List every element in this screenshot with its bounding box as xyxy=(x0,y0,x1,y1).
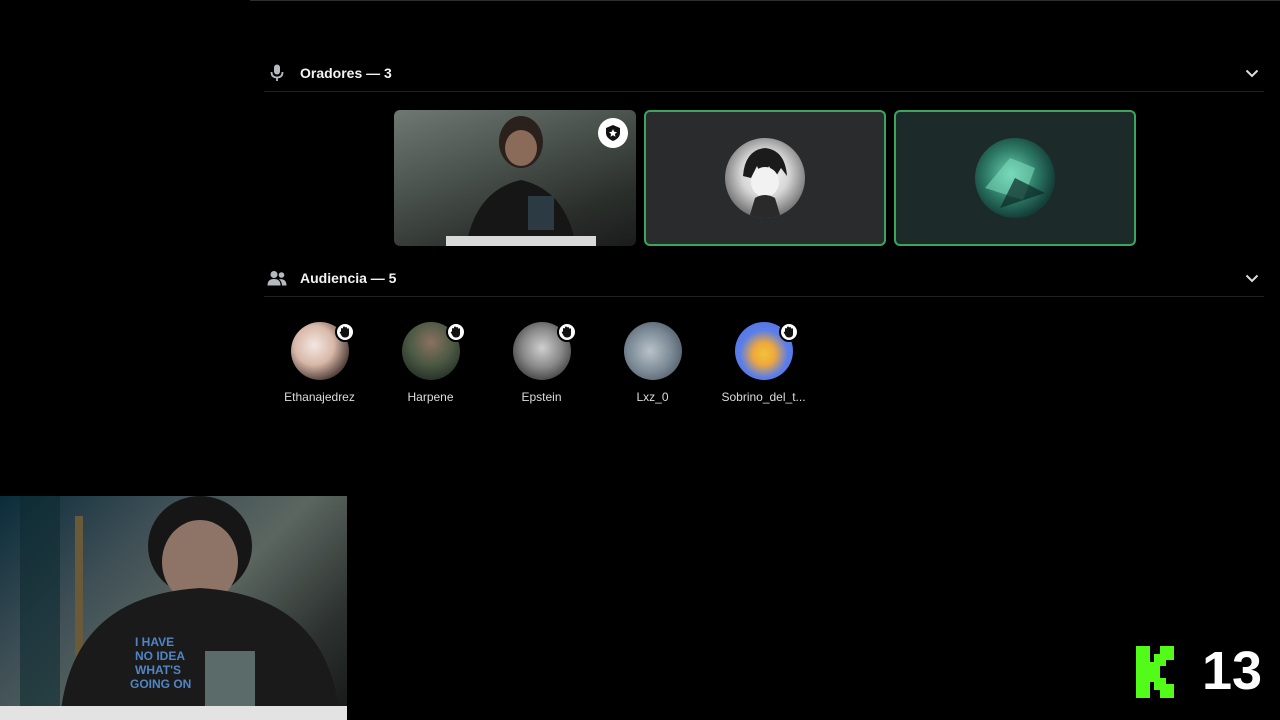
audience-list: Ethanajedrez Harpene Epstein Lxz_0 Sobri… xyxy=(264,322,819,404)
teal-abstract-avatar xyxy=(975,138,1055,218)
counter-number: 13 xyxy=(1202,641,1263,701)
speakers-section-header[interactable]: Oradores — 3 xyxy=(264,55,1264,92)
raised-hand-icon xyxy=(556,322,577,342)
speakers-title: Oradores — 3 xyxy=(300,65,392,81)
audience-member[interactable]: Lxz_0 xyxy=(597,322,708,404)
raised-hand-icon xyxy=(445,322,466,342)
member-name: Sobrino_del_t... xyxy=(721,390,806,404)
webcam-feed: I HAVE NO IDEA WHAT'S GOING ON xyxy=(0,496,347,720)
audience-member[interactable]: Epstein xyxy=(486,322,597,404)
chevron-down-icon[interactable] xyxy=(1242,268,1262,288)
speaker-avatar-tile[interactable] xyxy=(894,110,1136,246)
svg-text:I HAVE: I HAVE xyxy=(135,635,174,649)
audience-member[interactable]: Ethanajedrez xyxy=(264,322,375,404)
raised-hand-icon xyxy=(334,322,355,342)
svg-text:GOING ON: GOING ON xyxy=(130,677,191,691)
kick-logo xyxy=(1136,646,1174,698)
webcam-overlay: I HAVE NO IDEA WHAT'S GOING ON xyxy=(0,496,347,720)
people-icon xyxy=(266,267,288,289)
moderator-badge-icon xyxy=(598,118,628,148)
member-name: Harpene xyxy=(407,390,454,404)
svg-text:WHAT'S: WHAT'S xyxy=(135,663,181,677)
member-name: Epstein xyxy=(521,390,562,404)
microphone-icon xyxy=(266,62,288,84)
speaker-video-feed xyxy=(446,116,596,246)
anime-character-avatar xyxy=(725,138,805,218)
speaker-avatar-tile[interactable] xyxy=(644,110,886,246)
audience-member[interactable]: Sobrino_del_t... xyxy=(708,322,819,404)
raised-hand-icon xyxy=(778,322,799,342)
member-name: Ethanajedrez xyxy=(284,390,355,404)
speaker-video-tile[interactable] xyxy=(394,110,636,246)
stage-channel-view: Oradores — 3 Audiencia — 5 Ethanajedrez … xyxy=(0,0,1280,720)
audience-member[interactable]: Harpene xyxy=(375,322,486,404)
svg-text:NO IDEA: NO IDEA xyxy=(135,649,185,663)
audience-section-header[interactable]: Audiencia — 5 xyxy=(264,260,1264,297)
avatar xyxy=(623,322,682,380)
top-divider xyxy=(250,0,1280,1)
chevron-down-icon[interactable] xyxy=(1242,63,1262,83)
audience-title: Audiencia — 5 xyxy=(300,270,397,286)
member-name: Lxz_0 xyxy=(636,390,669,404)
